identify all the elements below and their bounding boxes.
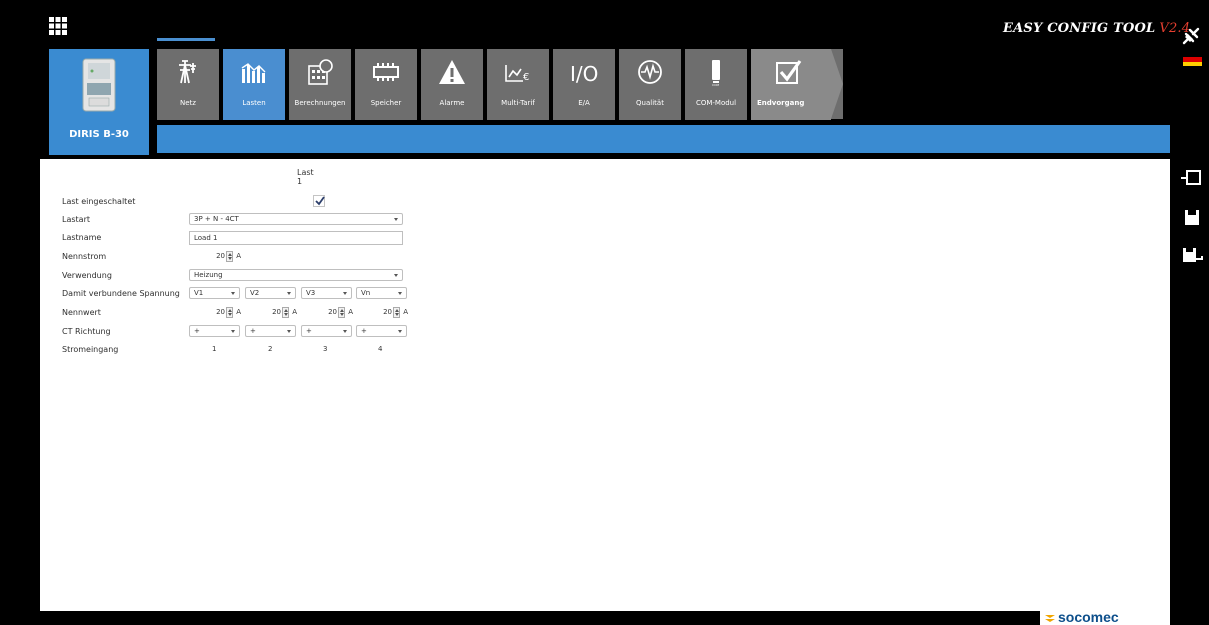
waveform-icon [638,60,662,84]
ct-direction-select-3[interactable]: + [301,325,352,337]
sub-header-bar [157,125,1170,153]
bar-chart-icon [241,63,266,83]
row-nominal: Nennwert 20 A 20 A 20 A 20 A [62,306,422,320]
spinner-icon[interactable] [226,307,233,318]
ct-direction-select-2[interactable]: + [245,325,296,337]
warning-icon [439,60,465,84]
app-title: EASY CONFIG TOOL V2.4 [1003,21,1191,36]
checkmark-icon [776,60,802,84]
chevron-down-icon [394,274,398,277]
chevron-down-icon [398,330,402,333]
load-title: Last 1 [297,168,314,186]
brand-arrow-icon [1045,615,1055,622]
label-current-input: Stromeingang [62,345,119,354]
chevron-down-icon [231,330,235,333]
svg-text:I/O: I/O [570,62,598,86]
device-name: DIRIS B-30 [69,129,129,140]
load-name-input[interactable]: Load 1 [189,231,403,245]
label-voltages: Damit verbundene Spannung [62,289,180,298]
spinner-icon[interactable] [338,307,345,318]
usage-select[interactable]: Heizung [189,269,403,281]
row-rated-current: Nennstrom 20 A [62,250,422,264]
chevron-down-icon [343,330,347,333]
import-device-icon[interactable] [1180,168,1204,188]
tab-endvorgang-arrow [831,49,843,119]
grid-tower-icon [179,60,196,84]
rated-current-stepper[interactable]: 20 A [189,250,241,263]
row-enabled: Last eingeschaltet [62,195,422,209]
svg-text:€: € [523,72,529,83]
current-input-2: 2 [268,345,273,353]
tab-alarme[interactable]: Alarme [421,49,483,120]
main-content: Last 1 Last eingeschaltet Lastart 3P + N… [40,159,1170,611]
current-input-1: 1 [212,345,217,353]
chevron-down-icon [287,292,291,295]
language-flag-de[interactable] [1183,53,1202,66]
io-icon: I/O [570,62,598,86]
chevron-down-icon [231,292,235,295]
chevron-down-icon [343,292,347,295]
label-name: Lastname [62,233,102,242]
chevron-down-icon [398,292,402,295]
current-input-3: 3 [323,345,328,353]
load-type-select[interactable]: 3P + N - 4CT [189,213,403,225]
tab-netz[interactable]: Netz [157,49,219,120]
row-voltages: Damit verbundene Spannung V1 V2 V3 Vn [62,287,422,301]
row-name: Lastname Load 1 [62,231,422,245]
spinner-icon[interactable] [226,251,233,262]
checkmark-icon [315,196,325,206]
enabled-checkbox[interactable] [313,195,325,207]
spinner-icon[interactable] [393,307,400,318]
label-usage: Verwendung [62,271,112,280]
nominal-stepper-3[interactable]: 20 A [301,306,353,319]
current-input-4: 4 [378,345,383,353]
label-type: Lastart [62,215,90,224]
label-rated-current: Nennstrom [62,252,107,261]
tab-qualitaet[interactable]: Qualität [619,49,681,120]
voltage-select-1[interactable]: V1 [189,287,240,299]
tab-endvorgang[interactable]: Endvorgang [751,49,831,120]
nominal-stepper-1[interactable]: 20 A [189,306,241,319]
com-module-icon: COM [712,60,720,87]
save-as-icon[interactable] [1180,246,1204,266]
tab-speicher[interactable]: Speicher [355,49,417,120]
nominal-stepper-4[interactable]: 20 A [356,306,408,319]
ct-direction-select-4[interactable]: + [356,325,407,337]
row-type: Lastart 3P + N - 4CT [62,213,422,227]
memory-icon [373,63,399,81]
nominal-stepper-2[interactable]: 20 A [245,306,297,319]
calculator-icon [308,59,333,85]
svg-text:COM: COM [712,83,719,87]
voltage-select-3[interactable]: V3 [301,287,352,299]
chevron-down-icon [287,330,291,333]
row-ct-direction: CT Richtung + + + + [62,325,422,339]
save-icon[interactable] [1180,208,1204,228]
tab-e-a[interactable]: I/O E/A [553,49,615,120]
footer: socomec [40,609,1170,625]
grid-menu-icon[interactable] [48,16,68,36]
voltage-select-2[interactable]: V2 [245,287,296,299]
spinner-icon[interactable] [282,307,289,318]
voltage-select-4[interactable]: Vn [356,287,407,299]
label-nominal: Nennwert [62,308,101,317]
plug-connect-icon[interactable] [1180,25,1202,47]
device-tile[interactable]: DIRIS B-30 [49,49,149,155]
chevron-down-icon [394,218,398,221]
tab-multi-tarif[interactable]: € Multi-Tarif [487,49,549,120]
brand-logo: socomec [1045,609,1119,625]
row-current-input: Stromeingang 1 2 3 4 [62,343,422,357]
row-usage: Verwendung Heizung [62,269,422,283]
device-image [82,58,116,112]
label-ct-direction: CT Richtung [62,327,111,336]
ct-direction-select-1[interactable]: + [189,325,240,337]
tab-berechnungen[interactable]: Berechnungen [289,49,351,120]
tariff-icon: € [505,65,529,83]
footer-bar [40,611,1040,625]
tab-lasten[interactable]: Lasten [223,49,285,120]
tab-indicator [157,38,215,41]
tab-com-modul[interactable]: COM COM-Modul [685,49,747,120]
label-enabled: Last eingeschaltet [62,197,136,206]
